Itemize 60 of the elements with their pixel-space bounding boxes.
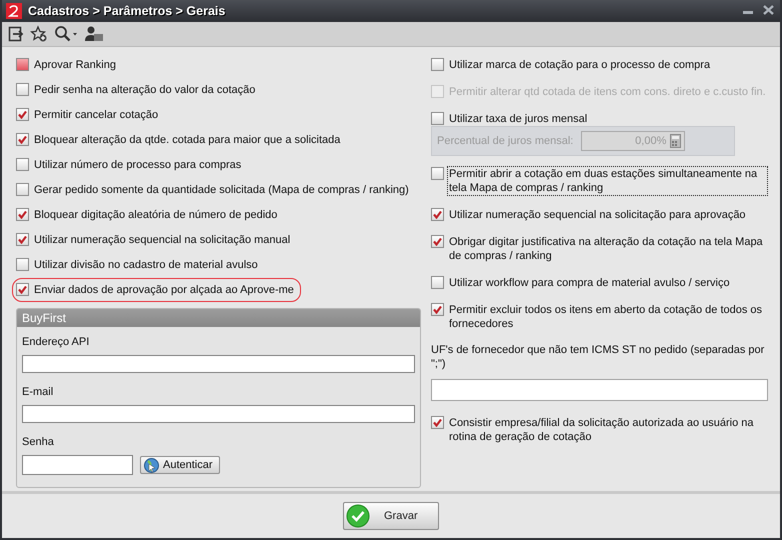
checkbox[interactable] [431, 58, 444, 71]
checkbox[interactable] [16, 83, 29, 96]
field-label: Percentual de juros mensal: [437, 135, 574, 147]
authenticate-button[interactable]: Autenticar [140, 456, 220, 474]
user-icon[interactable] [84, 25, 104, 43]
checkbox[interactable] [16, 58, 29, 71]
checkbox-label: Utilizar divisão no cadastro de material avulso [33, 258, 259, 273]
checkbox[interactable] [16, 283, 29, 296]
field-label: E-mail [22, 385, 54, 399]
checkbox-label: Aprovar Ranking [33, 58, 117, 73]
checkbox-label: Enviar dados de aprovação por alçada ao Aprove-me [33, 283, 295, 298]
window-title: Cadastros > Parâmetros > Gerais [28, 4, 226, 18]
calculator-icon[interactable] [670, 134, 682, 148]
input-field[interactable] [22, 405, 415, 423]
checkbox-label: Utilizar workflow para compra de material avulso / serviço [448, 276, 731, 291]
checkbox-label: Permitir abrir a cotação em duas estações simultaneamente na tela Mapa de compras / ranking [447, 166, 768, 196]
globe-cursor-icon [143, 456, 160, 474]
close-icon[interactable] [763, 4, 774, 18]
checkbox-label: Utilizar taxa de juros mensal [448, 112, 588, 127]
checkbox-label: Obrigar digitar justificativa na alteração da cotação na tela Mapa de compras / ranking [448, 235, 764, 264]
checkbox[interactable] [16, 133, 29, 146]
checkbox[interactable] [16, 258, 29, 271]
checkbox-label: Bloquear digitação aleatória de número de pedido [33, 208, 278, 223]
checkbox-label: Permitir alterar qtd cotada de itens com cons. direto e c.custo fin. [448, 85, 767, 100]
input-field[interactable] [22, 355, 415, 373]
checkbox[interactable] [16, 158, 29, 171]
star-add-icon[interactable] [30, 25, 48, 43]
checkbox[interactable] [431, 235, 444, 248]
checkbox[interactable] [16, 208, 29, 221]
checkbox[interactable] [431, 303, 444, 316]
checkbox-label: Gerar pedido somente da quantidade solicitada (Mapa de compras / ranking) [33, 183, 410, 198]
checkbox[interactable] [431, 416, 444, 429]
checkmark-icon [346, 504, 370, 528]
field-label: UF's de fornecedor que não tem ICMS ST no pedido (separadas por ";") [431, 343, 766, 371]
checkbox-label: Permitir excluir todos os itens em aberto da cotação de todos os fornecedores [448, 303, 764, 332]
field-label: Endereço API [22, 335, 90, 349]
field-label: Senha [22, 435, 55, 449]
checkbox-label: Utilizar marca de cotação para o processo de compra [448, 58, 712, 73]
search-icon[interactable] [54, 25, 78, 43]
checkbox-label: Pedir senha na alteração do valor da cotação [33, 83, 256, 98]
checkbox[interactable] [431, 167, 444, 180]
checkbox[interactable] [16, 183, 29, 196]
checkbox-label: Consistir empresa/filial da solicitação autorizada ao usuário na rotina de geração de cotação [448, 416, 754, 445]
checkbox[interactable] [431, 112, 444, 125]
save-button[interactable]: Gravar [343, 502, 439, 530]
checkbox-label: Utilizar número de processo para compras [33, 158, 242, 173]
checkbox-label: Bloquear alteração da qtde. cotada para maior que a solicitada [33, 133, 342, 148]
input-field[interactable] [431, 379, 768, 401]
group-title: BuyFirst [17, 309, 420, 327]
checkbox[interactable] [16, 233, 29, 246]
checkbox-label: Utilizar numeração sequencial na solicitação manual [33, 233, 292, 248]
checkbox[interactable] [431, 208, 444, 221]
checkbox[interactable] [431, 276, 444, 289]
app-logo-icon [6, 3, 22, 19]
checkbox[interactable] [16, 108, 29, 121]
password-field[interactable] [22, 455, 133, 475]
field-value: 0,00% [635, 135, 666, 147]
exit-icon[interactable] [8, 25, 24, 43]
checkbox-label: Permitir cancelar cotação [33, 108, 160, 123]
checkbox-label: Utilizar numeração sequencial na solicitação para aprovação [448, 208, 747, 223]
